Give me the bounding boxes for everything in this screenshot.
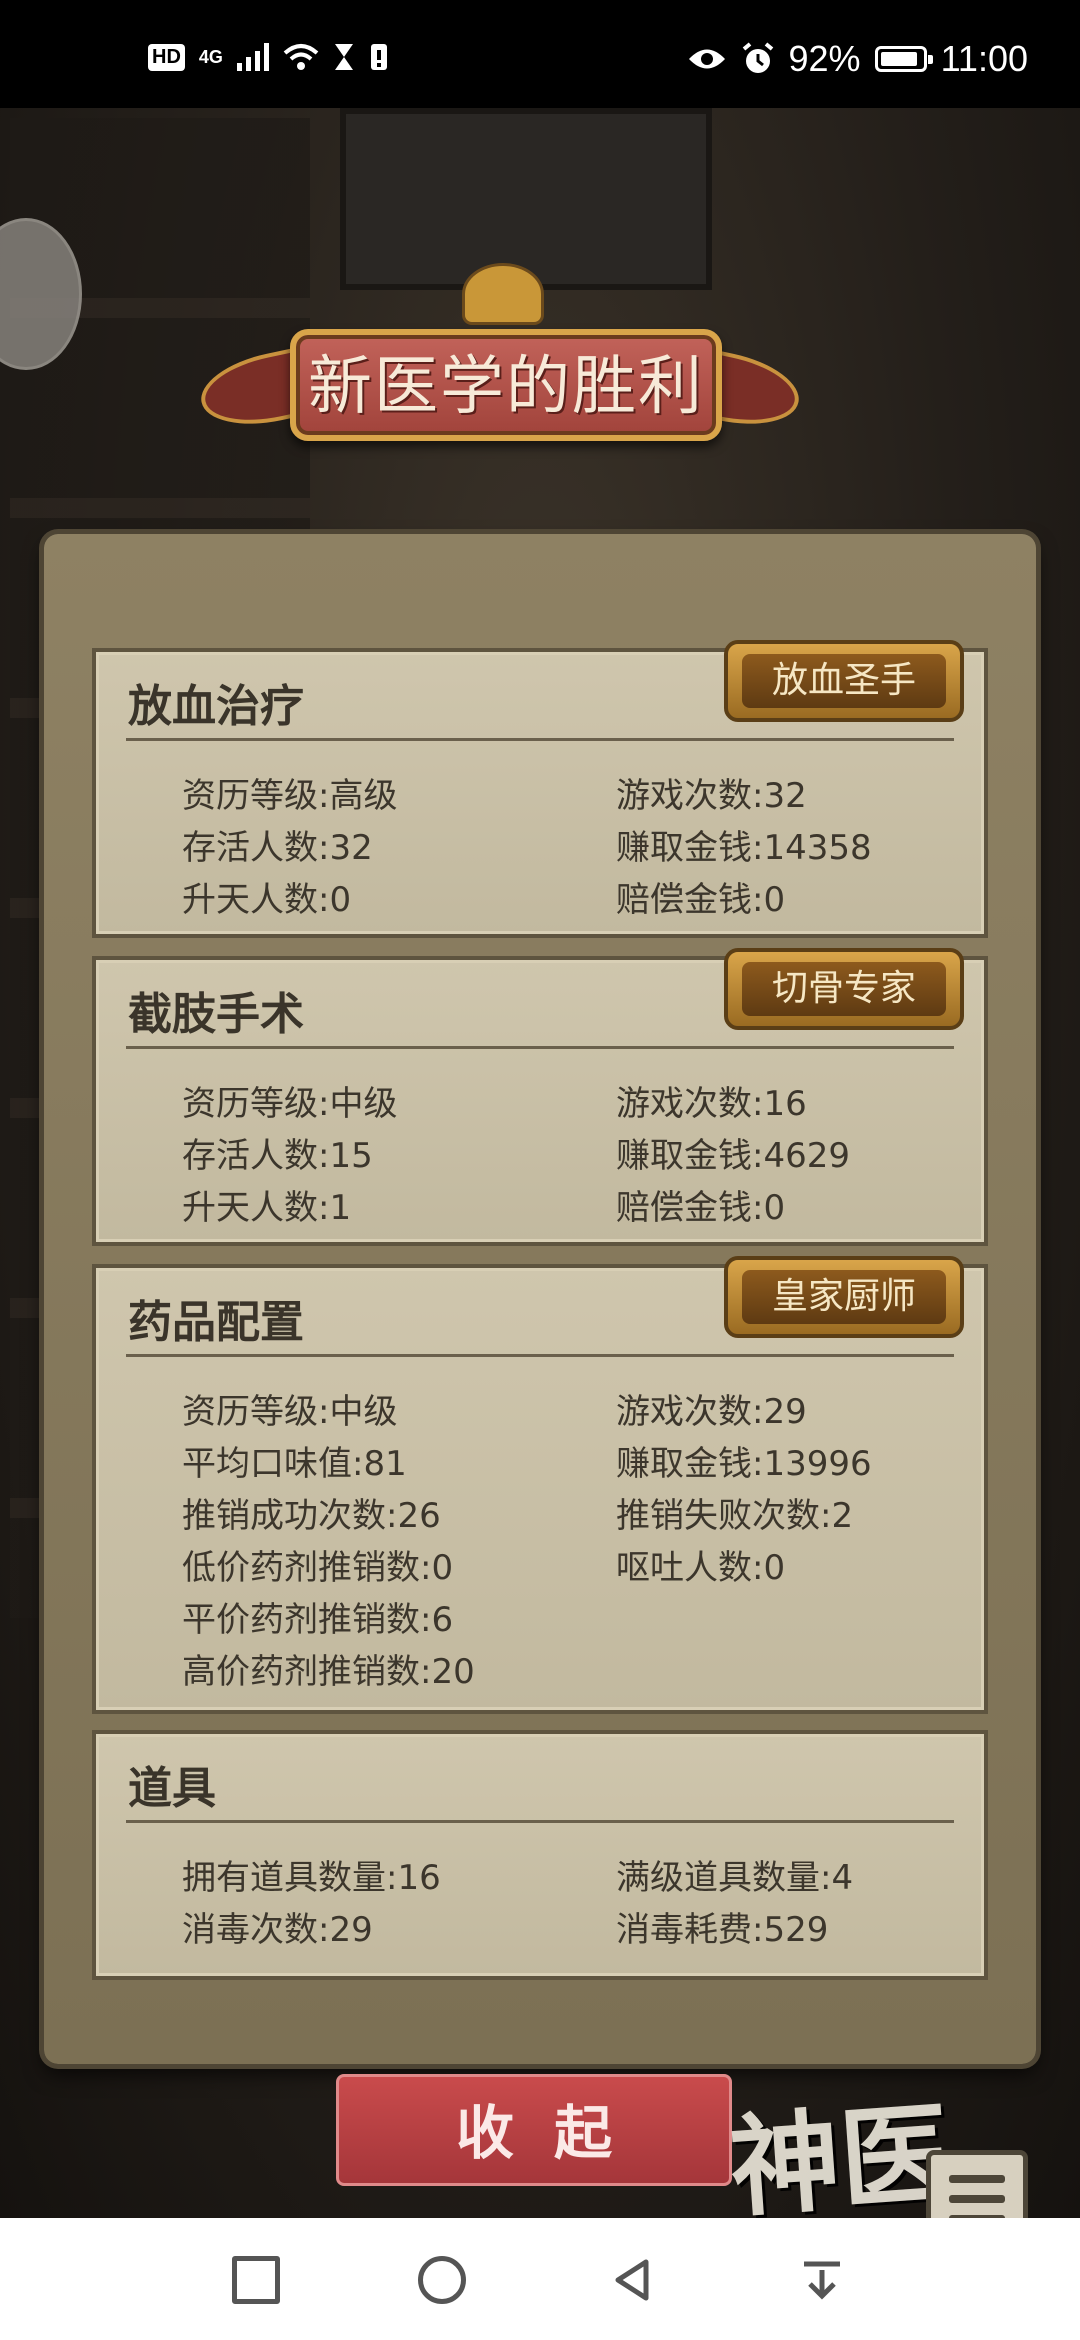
nav-back-icon[interactable]: [608, 2256, 656, 2304]
section-title: 道具: [128, 1763, 216, 1814]
stat-deaths: 升天人数:1: [182, 1188, 352, 1228]
badge-label: 皇家厨师: [742, 1270, 946, 1324]
sim-icon: [370, 44, 387, 70]
stat-survivors: 存活人数:32: [182, 828, 373, 868]
stat-avg-taste: 平均口味值:81: [182, 1444, 407, 1484]
status-bar: HD 4G 92% 11:00: [0, 0, 1080, 108]
battery-level: [880, 52, 918, 66]
clock: 11:00: [940, 38, 1028, 79]
stat-sales-fail: 推销失败次数:2: [616, 1496, 854, 1536]
section-bloodletting: 放血治疗 放血圣手 资历等级:高级 游戏次数:32 存活人数:32 赚取金钱:1…: [92, 640, 988, 938]
section-items: 道具 拥有道具数量:16 满级道具数量:4 消毒次数:29 消毒耗费:529: [92, 1730, 988, 1980]
stat-money-earned: 赚取金钱:4629: [616, 1136, 850, 1176]
title-banner: 新医学的胜利: [194, 243, 806, 443]
stat-mid-price-sales: 平价药剂推销数:6: [182, 1600, 454, 1640]
stat-money-earned: 赚取金钱:13996: [616, 1444, 872, 1484]
stat-games: 游戏次数:16: [616, 1084, 807, 1124]
stat-high-price-sales: 高价药剂推销数:20: [182, 1652, 475, 1692]
alarm-icon: [742, 42, 773, 73]
stat-rank: 资历等级:中级: [182, 1392, 398, 1432]
title-badge: 放血圣手: [724, 640, 964, 722]
stat-sales-success: 推销成功次数:26: [182, 1496, 441, 1536]
section-medicine: 药品配置 皇家厨师 资历等级:中级 游戏次数:29 平均口味值:81 赚取金钱:…: [92, 1256, 988, 1714]
stat-deaths: 升天人数:0: [182, 880, 352, 920]
status-right: 92% 11:00: [687, 38, 1028, 80]
stat-rank: 资历等级:中级: [182, 1084, 398, 1124]
wifi-icon: [283, 44, 319, 70]
section-divider: [126, 1354, 954, 1357]
collapse-button[interactable]: 收起: [336, 2074, 732, 2186]
stat-rank: 资历等级:高级: [182, 776, 398, 816]
eye-icon: [688, 49, 725, 69]
banner-crest-icon: [462, 263, 544, 325]
section-divider: [126, 738, 954, 741]
stat-compensation: 赔偿金钱:0: [616, 880, 786, 920]
game-screen: 新医学的胜利 放血治疗 放血圣手 资历等级:高级 游戏次数:32 存活人数:32…: [0, 108, 1080, 2218]
battery-percent: 92%: [788, 38, 861, 79]
section-divider: [126, 1820, 954, 1823]
stat-games: 游戏次数:29: [616, 1392, 807, 1432]
stat-items-maxed: 满级道具数量:4: [616, 1858, 854, 1898]
nav-down-icon[interactable]: [798, 2256, 846, 2304]
section-divider: [126, 1046, 954, 1049]
status-left: HD 4G: [148, 42, 389, 72]
hd-icon: HD: [148, 43, 185, 71]
section-title: 截肢手术: [128, 989, 304, 1040]
stat-disinfect-cost: 消毒耗费:529: [616, 1910, 829, 1950]
stat-vomit: 呕吐人数:0: [616, 1548, 786, 1588]
badge-label: 放血圣手: [742, 654, 946, 708]
title-badge: 皇家厨师: [724, 1256, 964, 1338]
stat-low-price-sales: 低价药剂推销数:0: [182, 1548, 454, 1588]
nav-circle-icon[interactable]: [418, 2256, 466, 2304]
badge-label: 切骨专家: [742, 962, 946, 1016]
stat-disinfect-count: 消毒次数:29: [182, 1910, 373, 1950]
banner-title: 新医学的胜利: [308, 350, 704, 424]
section-title: 药品配置: [128, 1297, 304, 1348]
title-badge: 切骨专家: [724, 948, 964, 1030]
hourglass-icon: [334, 44, 353, 70]
menu-icon[interactable]: [926, 2150, 1028, 2218]
stat-money-earned: 赚取金钱:14358: [616, 828, 872, 868]
signal-icon: [236, 43, 269, 71]
network-type: 4G: [198, 46, 223, 67]
nav-square-icon[interactable]: [232, 2256, 280, 2304]
stat-games: 游戏次数:32: [616, 776, 807, 816]
stat-survivors: 存活人数:15: [182, 1136, 373, 1176]
battery-icon: [874, 46, 933, 72]
stat-items-owned: 拥有道具数量:16: [182, 1858, 441, 1898]
stat-compensation: 赔偿金钱:0: [616, 1188, 786, 1228]
section-title: 放血治疗: [128, 681, 304, 732]
section-amputation: 截肢手术 切骨专家 资历等级:中级 游戏次数:16 存活人数:15 赚取金钱:4…: [92, 948, 988, 1246]
system-nav-bar: [0, 2218, 1080, 2340]
